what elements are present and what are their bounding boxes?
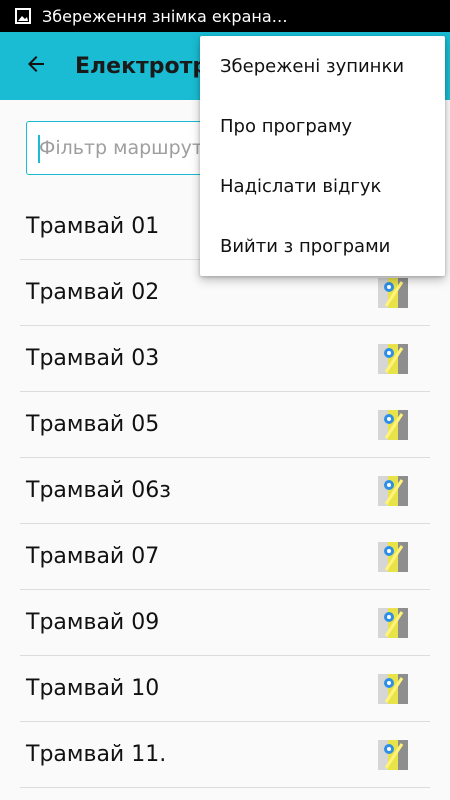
map-icon[interactable] bbox=[376, 408, 410, 442]
status-bar: Збереження знімка екрана… bbox=[0, 0, 450, 32]
map-icon[interactable] bbox=[376, 672, 410, 706]
map-icon[interactable] bbox=[376, 342, 410, 376]
image-icon bbox=[14, 7, 32, 25]
overflow-menu: Збережені зупинки Про програму Надіслати… bbox=[200, 36, 445, 276]
menu-item-exit[interactable]: Вийти з програми bbox=[200, 216, 445, 276]
menu-item-send-feedback[interactable]: Надіслати відгук bbox=[200, 156, 445, 216]
route-item[interactable]: Трамвай 09 bbox=[20, 590, 430, 656]
route-name: Трамвай 10 bbox=[26, 676, 160, 701]
map-icon[interactable] bbox=[376, 606, 410, 640]
route-item[interactable]: Трамвай 07 bbox=[20, 524, 430, 590]
menu-item-about[interactable]: Про програму bbox=[200, 96, 445, 156]
route-item[interactable]: Трамвай 06з bbox=[20, 458, 430, 524]
route-name: Трамвай 07 bbox=[26, 544, 160, 569]
route-item[interactable]: Трамвай 03 bbox=[20, 326, 430, 392]
map-icon[interactable] bbox=[376, 474, 410, 508]
route-name: Трамвай 02 bbox=[26, 280, 160, 305]
route-name: Трамвай 03 bbox=[26, 346, 160, 371]
back-button[interactable] bbox=[16, 46, 56, 86]
map-icon[interactable] bbox=[376, 276, 410, 310]
route-name: Трамвай 11. bbox=[26, 742, 167, 767]
map-icon[interactable] bbox=[376, 738, 410, 772]
text-cursor bbox=[38, 135, 40, 163]
route-name: Трамвай 01 bbox=[26, 214, 160, 239]
route-name: Трамвай 06з bbox=[26, 478, 171, 503]
route-item[interactable]: Трамвай 11. bbox=[20, 722, 430, 788]
route-name: Трамвай 05 bbox=[26, 412, 160, 437]
route-list: Трамвай 01 Трамвай 02 Трамвай 03 Трамвай… bbox=[20, 194, 430, 788]
arrow-left-icon bbox=[24, 52, 48, 80]
route-item[interactable]: Трамвай 05 bbox=[20, 392, 430, 458]
route-name: Трамвай 09 bbox=[26, 610, 160, 635]
status-notification-text: Збереження знімка екрана… bbox=[42, 6, 288, 26]
route-item[interactable]: Трамвай 10 bbox=[20, 656, 430, 722]
map-icon[interactable] bbox=[376, 540, 410, 574]
screen: Збереження знімка екрана… Електротранспо… bbox=[0, 0, 450, 800]
menu-item-saved-stops[interactable]: Збережені зупинки bbox=[200, 36, 445, 96]
